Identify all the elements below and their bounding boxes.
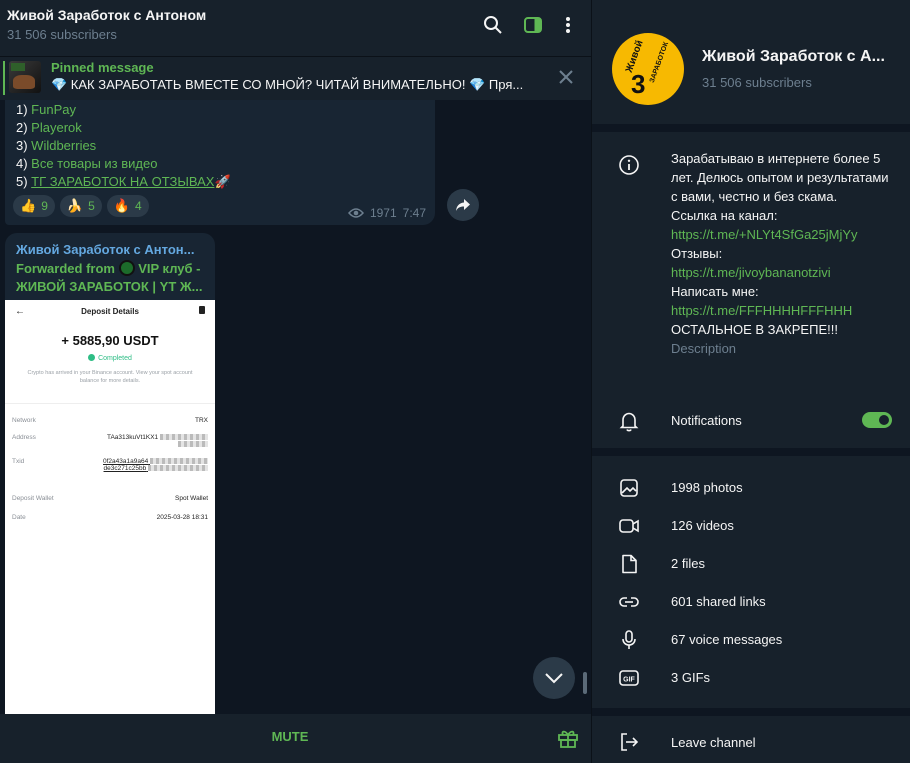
video-items-link[interactable]: Все товары из видео (31, 156, 157, 171)
message-meta: 1971 7:47 (347, 206, 426, 220)
leave-icon (618, 731, 640, 753)
media-files[interactable]: 2 files (671, 556, 705, 571)
close-icon[interactable] (557, 68, 575, 86)
contact-link[interactable]: https://t.me/FFFHHHHFFFHHH (671, 303, 852, 318)
media-gifs[interactable]: 3 GIFs (671, 670, 710, 685)
chat-footer: MUTE (0, 714, 591, 763)
link-icon (618, 591, 640, 613)
pinned-indicator (3, 61, 5, 95)
info-icon (618, 154, 640, 176)
gif-icon: GIF (618, 667, 640, 689)
media-videos[interactable]: 126 videos (671, 518, 734, 533)
reaction-thumbs-up[interactable]: 👍 9 (13, 195, 55, 217)
media-links[interactable]: 601 shared links (671, 594, 766, 609)
profile-block: 3 Живой ЗАРАБОТОК Живой Заработок с А...… (592, 0, 910, 124)
channel-description: Зарабатываю в интернете более 5 лет. Дел… (671, 149, 896, 358)
more-options-icon[interactable] (556, 13, 580, 37)
channel-avatar[interactable]: 3 Живой ЗАРАБОТОК (612, 33, 684, 105)
channel-title[interactable]: Живой Заработок с Антоном (7, 7, 206, 23)
list-item: 5) ТГ ЗАРАБОТОК НА ОТЗЫВАХ🚀 (16, 174, 231, 189)
chat-area: Живой Заработок с Антоном 31 506 subscri… (0, 0, 591, 763)
mute-button[interactable]: MUTE (0, 729, 580, 744)
scrollbar-thumb[interactable] (583, 672, 587, 694)
playerok-link[interactable]: Playerok (31, 120, 82, 135)
chevron-down-icon (545, 673, 563, 684)
description-caption: Description (671, 341, 737, 356)
deposit-screenshot-image[interactable]: ← Deposit Details + 5885,90 USDT Complet… (5, 300, 215, 714)
gif-badge: GIF (623, 677, 635, 684)
description-text: Ссылка на канал: (671, 208, 778, 223)
description-text: ОСТАЛЬНОЕ В ЗАКРЕПЕ!!! (671, 322, 838, 337)
sidebar-toggle-icon[interactable] (521, 13, 545, 37)
deposit-note: Crypto has arrived in your Binance accou… (27, 370, 193, 384)
screenshot-title: Deposit Details (81, 307, 139, 316)
scroll-down-button[interactable] (533, 657, 575, 699)
list-item: 1) FunPay (16, 102, 76, 117)
channel-link[interactable]: https://t.me/+NLYt4SfGa25jMjYy (671, 227, 858, 242)
share-icon (456, 199, 470, 211)
list-item: 4) Все товары из видео (16, 156, 158, 171)
message-bubble[interactable]: 1) FunPay 2) Playerok 3) Wildberries 4) … (5, 100, 435, 225)
panel-channel-name: Живой Заработок с А... (702, 48, 885, 65)
reaction-count: 9 (41, 199, 48, 213)
pinned-thumbnail (9, 61, 41, 93)
wildberries-link[interactable]: Wildberries (31, 138, 96, 153)
banana-icon: 🍌 (66, 198, 84, 213)
scrollbar-track[interactable] (583, 103, 587, 711)
message-time: 7:47 (402, 206, 426, 220)
bell-icon (618, 410, 640, 432)
video-icon (618, 515, 640, 537)
toggle-knob (877, 413, 891, 427)
forwarded-prefix: Forwarded from (16, 261, 115, 276)
list-item: 2) Playerok (16, 120, 82, 135)
media-photos[interactable]: 1998 photos (671, 480, 743, 495)
message-author[interactable]: Живой Заработок с Антон... (16, 242, 208, 257)
channel-info-panel: 3 Живой ЗАРАБОТОК Живой Заработок с А...… (591, 0, 910, 763)
funpay-link[interactable]: FunPay (31, 102, 76, 117)
telegram-window: Живой Заработок с Антоном 31 506 subscri… (0, 0, 910, 763)
eye-icon (347, 207, 364, 219)
deposit-status: Completed (5, 354, 215, 362)
view-count: 1971 (369, 206, 397, 220)
reaction-count: 4 (134, 199, 142, 213)
message-text: 1) FunPay 2) Playerok 3) Wildberries 4) … (16, 101, 231, 191)
forwarded-message-bubble[interactable]: Живой Заработок с Антон... Forwarded fro… (5, 233, 215, 714)
list-item: 3) Wildberries (16, 138, 97, 153)
avatar-text-mid: ЗАРАБОТОК (648, 41, 671, 84)
document-icon (199, 306, 205, 314)
share-button[interactable] (447, 189, 479, 221)
rocket-icon: 🚀 (214, 174, 231, 189)
forwarded-from[interactable]: Forwarded from VIP клуб - ЖИВОЙ ЗАРАБОТО… (16, 260, 208, 296)
chat-header[interactable]: Живой Заработок с Антоном 31 506 subscri… (0, 0, 591, 56)
description-text: Написать мне: (671, 284, 759, 299)
pinned-text: 💎 КАК ЗАРАБОТАТЬ ВМЕСТЕ СО МНОЙ? ЧИТАЙ В… (51, 77, 524, 92)
panel-subscriber-count: 31 506 subscribers (702, 75, 812, 90)
file-icon (618, 553, 640, 575)
thumbs-up-icon: 👍 (20, 198, 37, 213)
notifications-toggle[interactable] (862, 412, 892, 428)
search-icon[interactable] (481, 13, 505, 37)
description-text: Отзывы: (671, 246, 723, 261)
divider (5, 403, 215, 404)
description-text: Зарабатываю в интернете более 5 лет. Дел… (671, 151, 889, 204)
subscriber-count: 31 506 subscribers (7, 27, 117, 42)
reaction-count: 5 (88, 199, 95, 213)
reviews-earning-link[interactable]: ТГ ЗАРАБОТОК НА ОТЗЫВАХ (31, 174, 214, 189)
photo-icon (618, 477, 640, 499)
gift-icon[interactable] (557, 727, 579, 749)
pinned-label: Pinned message (51, 60, 154, 75)
reaction-fire[interactable]: 🔥 4 (106, 195, 149, 217)
pinned-message-bar[interactable]: Pinned message 💎 КАК ЗАРАБОТАТЬ ВМЕСТЕ С… (0, 56, 591, 100)
notifications-label[interactable]: Notifications (671, 413, 742, 428)
leave-channel-button[interactable]: Leave channel (671, 735, 756, 750)
reaction-banana[interactable]: 🍌 5 (59, 195, 102, 217)
fire-icon: 🔥 (113, 198, 130, 213)
reactions: 👍 9 🍌 5 🔥 4 (13, 195, 149, 217)
media-voice[interactable]: 67 voice messages (671, 632, 782, 647)
vip-channel-avatar-icon (118, 260, 135, 276)
check-icon (88, 354, 96, 361)
microphone-icon (618, 629, 640, 651)
deposit-amount: + 5885,90 USDT (61, 333, 159, 348)
reviews-link[interactable]: https://t.me/jivoybananotzivi (671, 265, 831, 280)
